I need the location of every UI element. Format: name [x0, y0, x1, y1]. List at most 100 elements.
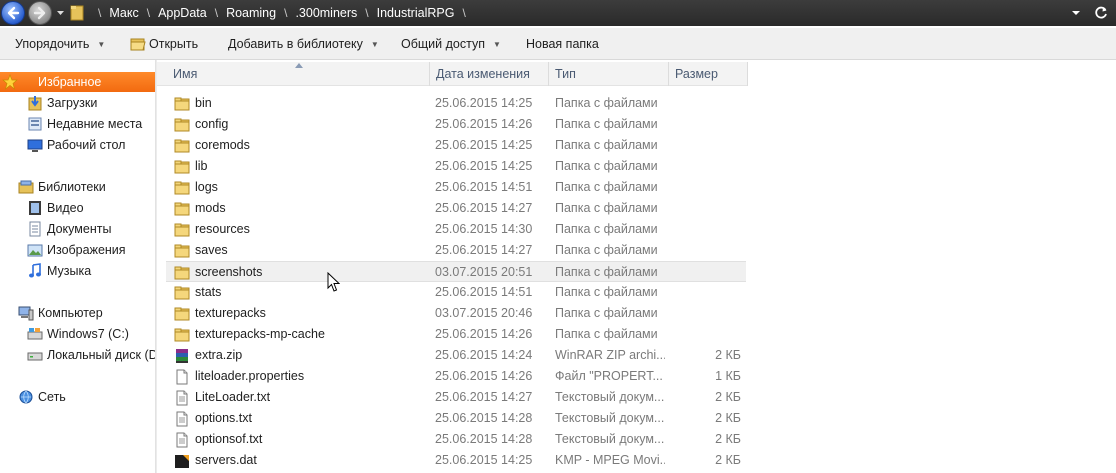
table-row[interactable]: bin 25.06.2015 14:25 Папка с файлами — [166, 93, 746, 114]
file-type: Папка с файлами — [555, 265, 658, 279]
table-row[interactable]: LiteLoader.txt 25.06.2015 14:27 Текстовый … — [166, 387, 746, 408]
open-button[interactable]: Открыть — [130, 28, 198, 60]
share-label: Общий доступ — [401, 37, 485, 51]
nav-libraries[interactable]: Библиотеки — [18, 177, 155, 197]
table-row[interactable]: texturepacks 03.07.2015 20:46 Папка с файл… — [166, 303, 746, 324]
breadcrumb-item[interactable]: AppData — [158, 6, 207, 20]
table-row[interactable]: extra.zip 25.06.2015 14:24 WinRAR ZIP arch… — [166, 345, 746, 366]
file-type: Папка с файлами — [555, 306, 658, 320]
downloads-folder-icon — [28, 96, 42, 111]
nav-recent[interactable]: Недавние места — [27, 114, 155, 134]
nav-downloads[interactable]: Загрузки — [27, 93, 155, 113]
file-type: Папка с файлами — [555, 159, 658, 173]
nav-computer[interactable]: Компьютер — [18, 303, 155, 323]
file-size — [669, 135, 741, 156]
organize-button[interactable]: Упорядочить ▼ — [15, 28, 105, 60]
organize-label: Упорядочить — [15, 37, 90, 51]
nav-network[interactable]: Сеть — [18, 387, 155, 407]
nav-video-label: Видео — [47, 201, 84, 215]
folder-icon — [174, 160, 190, 174]
table-row[interactable]: stats 25.06.2015 14:51 Папка с файлами — [166, 282, 746, 303]
nav-documents[interactable]: Документы — [27, 219, 155, 239]
file-name: texturepacks-mp-cache — [195, 327, 325, 341]
file-name: servers.dat — [195, 453, 257, 467]
forward-button[interactable] — [28, 1, 52, 25]
breadcrumb-separator: \ — [214, 6, 219, 20]
table-row[interactable]: saves 25.06.2015 14:27 Папка с файлами — [166, 240, 746, 261]
file-date: 25.06.2015 14:26 — [435, 327, 533, 341]
table-row[interactable]: optionsof.txt 25.06.2015 14:28 Текстовый д… — [166, 429, 746, 450]
file-size: 2 КБ — [715, 390, 741, 404]
add-to-library-button[interactable]: Добавить в библиотеку ▼ — [228, 28, 379, 60]
column-header-date[interactable]: Дата изменения — [430, 62, 549, 86]
file-size — [669, 282, 741, 303]
file-date: 25.06.2015 14:27 — [435, 243, 533, 257]
new-folder-label: Новая папка — [526, 37, 599, 51]
nav-video[interactable]: Видео — [27, 198, 155, 218]
table-row[interactable]: coremods 25.06.2015 14:25 Папка с файлами — [166, 135, 746, 156]
add-to-library-label: Добавить в библиотеку — [228, 37, 363, 51]
file-date: 25.06.2015 14:26 — [435, 369, 533, 383]
folder-icon — [174, 118, 190, 132]
nav-network-label: Сеть — [38, 390, 66, 404]
file-type: Текстовый докум... — [555, 432, 665, 446]
file-size — [669, 114, 741, 135]
breadcrumb-item[interactable]: Roaming — [226, 6, 276, 20]
file-size — [669, 240, 741, 261]
address-history-dropdown-icon[interactable] — [1070, 8, 1082, 18]
table-row[interactable]: logs 25.06.2015 14:51 Папка с файлами — [166, 177, 746, 198]
column-header-size[interactable]: Размер — [669, 62, 748, 86]
nav-images-label: Изображения — [47, 243, 126, 257]
table-row[interactable]: config 25.06.2015 14:26 Папка с файлами — [166, 114, 746, 135]
recent-pages-dropdown-icon[interactable] — [56, 8, 65, 17]
document-icon — [176, 369, 188, 385]
column-header-type[interactable]: Тип — [549, 62, 669, 86]
table-row[interactable]: lib 25.06.2015 14:25 Папка с файлами — [166, 156, 746, 177]
address-bar: \ Макс \ AppData \ Roaming \ .300miners … — [0, 0, 1116, 26]
nav-favorites[interactable]: Избранное — [0, 72, 155, 92]
nav-music[interactable]: Музыка — [27, 261, 155, 281]
table-row[interactable]: resources 25.06.2015 14:30 Папка с файлами — [166, 219, 746, 240]
refresh-icon[interactable] — [1093, 5, 1109, 21]
file-type: Текстовый докум... — [555, 390, 665, 404]
folder-icon — [174, 328, 190, 342]
open-label: Открыть — [149, 37, 199, 51]
breadcrumb-item[interactable]: .300miners — [295, 6, 357, 20]
table-row[interactable]: screenshots 03.07.2015 20:51 Папка с файла… — [166, 261, 746, 282]
pane-divider[interactable] — [155, 60, 157, 473]
back-button[interactable] — [1, 1, 25, 25]
local-drive-icon — [27, 352, 43, 361]
file-size — [669, 93, 741, 114]
share-button[interactable]: Общий доступ ▼ — [401, 28, 501, 60]
file-name: liteloader.properties — [195, 369, 305, 383]
file-date: 03.07.2015 20:51 — [435, 265, 533, 279]
new-folder-button[interactable]: Новая папка — [526, 28, 599, 60]
file-size — [669, 177, 741, 198]
table-row[interactable]: liteloader.properties 25.06.2015 14:26 Фай… — [166, 366, 746, 387]
file-date: 25.06.2015 14:27 — [435, 390, 533, 404]
file-size: 1 КБ — [715, 369, 741, 383]
table-row[interactable]: texturepacks-mp-cache 25.06.2015 14:26 Пап… — [166, 324, 746, 345]
back-arrow-icon — [7, 6, 20, 20]
file-size — [669, 198, 741, 219]
nav-images[interactable]: Изображения — [27, 240, 155, 260]
breadcrumb-item[interactable]: IndustrialRPG — [377, 6, 455, 20]
table-row[interactable]: mods 25.06.2015 14:27 Папка с файлами — [166, 198, 746, 219]
breadcrumb-item[interactable]: Макс — [109, 6, 138, 20]
table-row[interactable]: options.txt 25.06.2015 14:28 Текстовый док… — [166, 408, 746, 429]
file-date: 25.06.2015 14:51 — [435, 285, 533, 299]
file-date: 25.06.2015 14:24 — [435, 348, 533, 362]
file-size: 2 КБ — [715, 432, 741, 446]
winrar-archive-icon — [176, 349, 188, 363]
nav-desktop-label: Рабочий стол — [47, 138, 126, 152]
nav-drive-d[interactable]: Локальный диск (D:) — [27, 345, 155, 365]
nav-drive-c[interactable]: Windows7 (C:) — [27, 324, 155, 344]
breadcrumb-separator: \ — [462, 6, 466, 20]
nav-desktop[interactable]: Рабочий стол — [27, 135, 155, 155]
nav-computer-label: Компьютер — [38, 306, 103, 320]
folder-icon — [174, 223, 190, 237]
folder-icon — [174, 97, 190, 111]
table-row[interactable]: servers.dat 25.06.2015 14:25 KMP - MPEG Mo… — [166, 450, 746, 471]
folder-icon — [174, 139, 190, 153]
file-name: config — [195, 117, 229, 131]
